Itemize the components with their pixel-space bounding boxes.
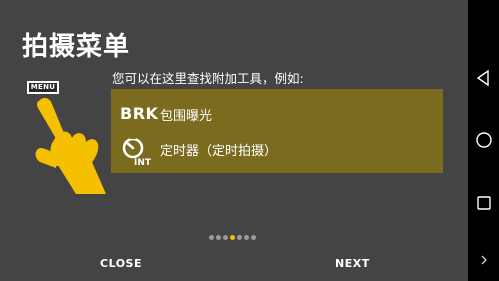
self-timer-icon: INT (122, 136, 152, 168)
system-nav-bar (468, 0, 499, 281)
timer-row: INT 定时器（定时拍摄） (111, 136, 443, 168)
bracketing-row: BRK 包围曝光 (111, 101, 443, 127)
page-dot (237, 235, 242, 240)
page-dot-active (230, 235, 235, 240)
intro-text: 您可以在这里查找附加工具，例如: (112, 71, 304, 86)
tutorial-screen: 拍摄菜单 MENU 您可以在这里查找附加工具，例如: BRK 包围曝光 INT (0, 0, 468, 281)
square-recent-icon[interactable] (474, 193, 494, 213)
timer-label: 定时器（定时拍摄） (160, 144, 278, 159)
int-label: INT (134, 158, 152, 168)
page-dot (251, 235, 256, 240)
close-button[interactable]: CLOSE (100, 257, 142, 270)
circle-home-icon[interactable] (474, 130, 494, 150)
page-dot (216, 235, 221, 240)
brk-badge: BRK (120, 104, 159, 123)
page-dot (223, 235, 228, 240)
triangle-back-icon[interactable] (474, 68, 494, 88)
chevron-right-icon[interactable] (474, 250, 494, 270)
page-dot (209, 235, 214, 240)
page-indicator (209, 235, 256, 240)
pointing-hand-icon (35, 97, 106, 194)
bracketing-label: 包围曝光 (160, 109, 213, 124)
menu-key-icon: MENU (27, 81, 59, 94)
page-title: 拍摄菜单 (22, 32, 131, 62)
next-button[interactable]: NEXT (335, 257, 370, 270)
page-dot (244, 235, 249, 240)
tools-panel: BRK 包围曝光 INT 定时器（定时拍摄） (111, 89, 443, 173)
